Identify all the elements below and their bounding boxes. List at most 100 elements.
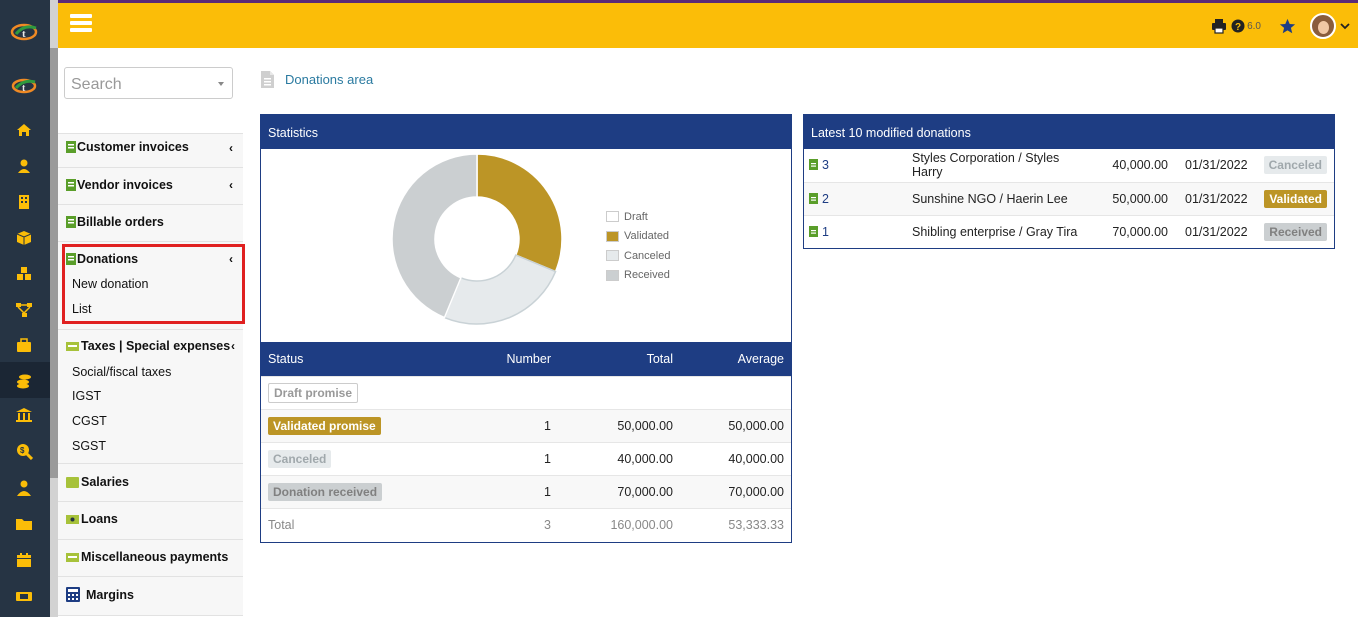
print-icon[interactable] <box>1211 18 1227 34</box>
donation-date: 01/31/2022 <box>1185 158 1248 173</box>
donut-slice-validated[interactable] <box>476 153 563 273</box>
table-row[interactable]: 3 Styles Corporation / Styles Harry 40,0… <box>804 149 1334 182</box>
statistics-panel: Statistics Draft Validated Canceled Rece… <box>260 114 792 543</box>
misc-payments-label: Miscellaneous payments <box>81 550 229 564</box>
status-badge[interactable]: Validated <box>1264 189 1327 208</box>
chart-legend: Draft Validated Canceled Received <box>606 207 670 285</box>
donation-ref-link[interactable]: 1 <box>822 225 829 239</box>
margins-label: Margins <box>86 587 134 602</box>
legend-item-draft: Draft <box>606 207 670 227</box>
donation-amount: 50,000.00 <box>1095 181 1173 215</box>
donation-amount: 70,000.00 <box>1095 214 1173 248</box>
donation-amount: 40,000.00 <box>1112 158 1168 173</box>
app-logo-icon[interactable]: t <box>10 20 40 44</box>
coins-icon[interactable] <box>15 372 33 390</box>
cubes-icon[interactable] <box>15 265 33 283</box>
briefcase-icon[interactable] <box>15 337 33 355</box>
table-row[interactable]: Draft promise <box>261 375 791 409</box>
search-placeholder: Search <box>71 76 122 93</box>
help-icon[interactable]: ? <box>1231 19 1245 33</box>
project-tree-icon[interactable] <box>15 301 33 319</box>
table-row[interactable]: Validated promise 1 50,000.00 50,000.00 <box>261 408 791 442</box>
user-icon[interactable] <box>15 157 33 175</box>
search-input[interactable]: Search <box>64 67 233 99</box>
cell-total <box>558 375 680 409</box>
menu-group-loans[interactable]: Loans <box>58 501 243 539</box>
taxes-label: Taxes | Special expenses <box>81 339 231 353</box>
menu-group-taxes[interactable]: Taxes | Special expenses ‹ Social/fiscal… <box>58 329 243 463</box>
breadcrumb: Donations area <box>260 70 373 89</box>
status-badge[interactable]: Canceled <box>1263 156 1327 175</box>
status-badge[interactable]: Received <box>1264 222 1327 241</box>
rail-scroll-thumb[interactable] <box>50 48 58 478</box>
bank-icon[interactable] <box>15 406 33 424</box>
cell-total: 70,000.00 <box>558 474 680 508</box>
chevron-left-icon[interactable]: ‹ <box>231 339 235 353</box>
table-row[interactable]: 2 Sunshine NGO / Haerin Lee 50,000.00 01… <box>804 181 1334 215</box>
statistics-title: Statistics <box>261 115 791 149</box>
folder-icon[interactable] <box>15 515 33 533</box>
table-header: Status Number Total Average <box>261 342 791 376</box>
menu-group-billable-orders[interactable]: Billable orders <box>58 204 243 241</box>
svg-text:t: t <box>22 28 26 40</box>
chevron-down-icon[interactable] <box>1340 22 1350 30</box>
menu-item-sgst[interactable]: SGST <box>72 439 106 453</box>
ticket-icon[interactable] <box>15 587 33 605</box>
menu-toggle-icon[interactable] <box>70 14 92 32</box>
table-row[interactable]: Donation received 1 70,000.00 70,000.00 <box>261 474 791 508</box>
highlight-box <box>62 244 245 324</box>
search-dollar-icon[interactable]: $ <box>15 442 33 460</box>
calendar-icon[interactable] <box>15 551 33 569</box>
donut-slice-canceled[interactable] <box>443 254 557 325</box>
status-badge[interactable]: Validated promise <box>268 416 381 435</box>
user-tie-icon[interactable] <box>15 479 33 497</box>
status-badge[interactable]: Donation received <box>268 482 383 501</box>
menu-group-vendor-invoices[interactable]: Vendor invoices ‹ <box>58 167 243 204</box>
rail-scrollbar[interactable] <box>50 0 58 617</box>
status-badge[interactable]: Draft promise <box>268 382 359 403</box>
menu-group-customer-invoices[interactable]: Customer invoices ‹ <box>58 133 243 167</box>
top-bar-tools: ? 6.0 <box>1211 12 1350 40</box>
cell-total: 40,000.00 <box>558 441 680 475</box>
total-row: Total 3 160,000.00 53,333.33 <box>261 507 791 541</box>
menu-group-misc-payments[interactable]: Miscellaneous payments <box>58 539 243 576</box>
menu-item-cgst[interactable]: CGST <box>72 414 107 428</box>
chevron-left-icon[interactable]: ‹ <box>229 141 233 155</box>
cell-average: 40,000.00 <box>680 441 791 475</box>
menu-group-salaries[interactable]: Salaries <box>58 463 243 501</box>
cell-number: 1 <box>458 408 558 442</box>
svg-text:$: $ <box>20 446 25 455</box>
chevron-left-icon[interactable]: ‹ <box>229 178 233 192</box>
search-caret-icon[interactable] <box>218 82 224 86</box>
legend-swatch <box>606 269 619 281</box>
table-row[interactable]: Canceled 1 40,000.00 40,000.00 <box>261 441 791 475</box>
wallet-icon <box>66 476 79 488</box>
building-icon[interactable] <box>15 193 33 211</box>
total-label: Total <box>261 507 458 541</box>
legend-swatch <box>606 230 619 242</box>
legend-item-validated: Validated <box>606 227 670 247</box>
status-badge[interactable]: Canceled <box>268 449 332 468</box>
donation-date: 01/31/2022 <box>1173 214 1258 248</box>
legend-swatch <box>606 211 619 223</box>
home-icon[interactable] <box>15 121 33 139</box>
home-logo-icon[interactable]: t <box>10 74 40 98</box>
latest-donations-title: Latest 10 modified donations <box>804 115 1334 149</box>
cell-average <box>680 375 791 409</box>
donation-ref-link[interactable]: 2 <box>822 192 829 206</box>
donation-file-icon <box>809 225 818 237</box>
chart-area: Draft Validated Canceled Received <box>261 149 791 342</box>
user-avatar[interactable] <box>1310 13 1336 39</box>
donation-ref-link[interactable]: 3 <box>822 158 829 172</box>
col-status: Status <box>261 342 458 376</box>
legend-item-received: Received <box>606 266 670 286</box>
billable-orders-label: Billable orders <box>77 215 164 229</box>
bookmark-star-icon[interactable] <box>1279 18 1296 35</box>
document-icon <box>261 71 274 88</box>
menu-group-margins[interactable]: Margins <box>58 576 243 616</box>
menu-item-social-taxes[interactable]: Social/fiscal taxes <box>72 365 171 379</box>
menu-item-igst[interactable]: IGST <box>72 389 101 403</box>
box-icon[interactable] <box>15 229 33 247</box>
invoice-icon <box>66 216 76 228</box>
table-row[interactable]: 1 Shibling enterprise / Gray Tira 70,000… <box>804 214 1334 248</box>
